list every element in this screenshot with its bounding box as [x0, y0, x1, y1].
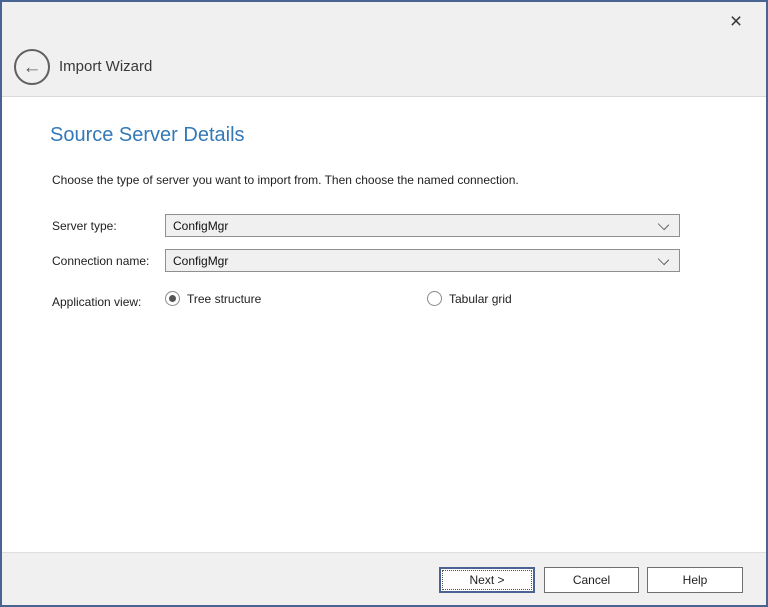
chevron-down-icon — [658, 254, 669, 265]
radio-button-icon — [165, 291, 180, 306]
wizard-title: Import Wizard — [59, 58, 152, 75]
page-description: Choose the type of server you want to im… — [52, 173, 519, 187]
application-view-label: Application view: — [52, 295, 141, 309]
close-icon[interactable]: × — [722, 8, 750, 36]
import-wizard-dialog: × ← Import Wizard Source Server Details … — [0, 0, 768, 607]
server-type-label: Server type: — [52, 219, 117, 233]
cancel-button[interactable]: Cancel — [544, 567, 639, 593]
help-button[interactable]: Help — [647, 567, 743, 593]
radio-tree-structure[interactable]: Tree structure — [165, 291, 261, 306]
radio-tabular-grid-label: Tabular grid — [449, 292, 512, 306]
connection-name-label: Connection name: — [52, 254, 149, 268]
back-arrow-icon: ← — [23, 58, 42, 77]
back-button[interactable]: ← — [14, 49, 50, 85]
radio-tree-structure-label: Tree structure — [187, 292, 261, 306]
page-title: Source Server Details — [50, 124, 245, 147]
wizard-header: × ← Import Wizard — [2, 2, 766, 97]
server-type-value: ConfigMgr — [173, 219, 228, 233]
radio-button-icon — [427, 291, 442, 306]
next-button[interactable]: Next > — [439, 567, 535, 593]
connection-name-dropdown[interactable]: ConfigMgr — [165, 249, 680, 272]
chevron-down-icon — [658, 219, 669, 230]
radio-tabular-grid[interactable]: Tabular grid — [427, 291, 512, 306]
connection-name-value: ConfigMgr — [173, 254, 228, 268]
server-type-dropdown[interactable]: ConfigMgr — [165, 214, 680, 237]
